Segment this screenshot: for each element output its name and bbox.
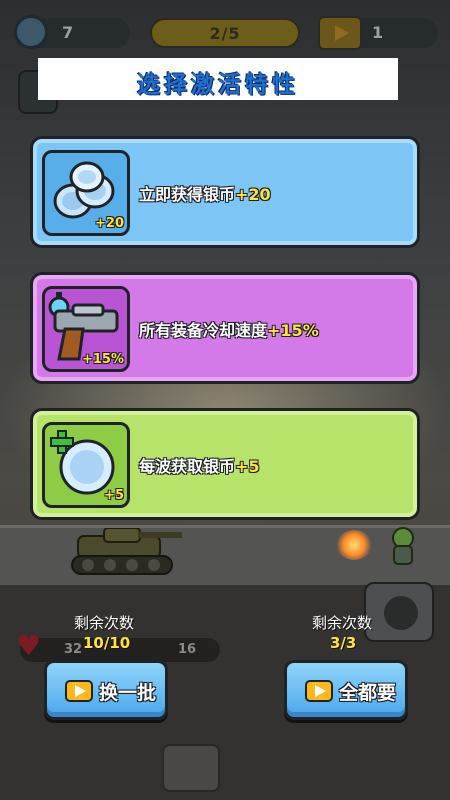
perk-bonus: +5 bbox=[235, 457, 260, 476]
heart-icon: ♥ bbox=[16, 629, 42, 662]
perk-card-silver-coins[interactable]: +20 立即获得银币+20 bbox=[30, 136, 420, 248]
video-play-icon bbox=[65, 680, 93, 702]
skill-button bbox=[364, 582, 434, 642]
refresh-button[interactable]: 换一批 bbox=[44, 660, 168, 720]
refresh-button-label: 换一批 bbox=[99, 682, 157, 704]
title-banner: 选择激活特性 bbox=[38, 58, 398, 100]
refresh-remaining-count: 10/10 bbox=[83, 634, 131, 652]
page-title: 选择激活特性 bbox=[137, 72, 299, 98]
hero-face-icon bbox=[384, 596, 418, 630]
take-all-button[interactable]: 全都要 bbox=[284, 660, 408, 720]
rubble-block bbox=[162, 744, 220, 792]
coin-counter: 7 bbox=[14, 15, 130, 49]
hp-right-value: 16 bbox=[178, 642, 197, 657]
perk-icon-frame: +15% bbox=[42, 286, 130, 372]
zombie-enemy-icon bbox=[392, 527, 414, 565]
perk-description: 立即获得银币+20 bbox=[139, 185, 271, 204]
refresh-remaining-label: 剩余次数 bbox=[74, 614, 135, 632]
perk-bonus: +15% bbox=[267, 321, 319, 340]
take-all-remaining-label: 剩余次数 bbox=[312, 614, 373, 632]
perk-card-cooldown[interactable]: +15% 所有装备冷却速度+15% bbox=[30, 272, 420, 384]
video-play-icon bbox=[305, 680, 333, 702]
coin-value: 7 bbox=[62, 23, 74, 42]
explosion-icon bbox=[336, 530, 372, 560]
perk-description: 每波获取银币+5 bbox=[139, 457, 260, 476]
wave-progress: 2/5 bbox=[150, 18, 300, 48]
perk-bonus: +20 bbox=[235, 185, 271, 204]
tank-icon bbox=[71, 528, 182, 575]
perk-card-wave-coins[interactable]: +5 每波获取银币+5 bbox=[30, 408, 420, 520]
perk-description: 所有装备冷却速度+15% bbox=[139, 321, 319, 340]
perk-badge: +5 bbox=[104, 488, 124, 503]
take-all-remaining-count: 3/3 bbox=[330, 634, 357, 652]
take-all-button-label: 全都要 bbox=[339, 682, 397, 704]
coin-icon bbox=[14, 15, 48, 49]
perk-icon-frame: +5 bbox=[42, 422, 130, 508]
video-ad-icon bbox=[318, 16, 362, 50]
hp-left-value: 32 bbox=[64, 642, 83, 657]
perk-badge: +20 bbox=[95, 216, 124, 231]
wave-progress-text: 2/5 bbox=[209, 24, 241, 43]
perk-badge: +15% bbox=[81, 352, 124, 367]
ad-value: 1 bbox=[372, 23, 384, 42]
ad-counter: 1 bbox=[318, 16, 438, 50]
perk-icon-frame: +20 bbox=[42, 150, 130, 236]
